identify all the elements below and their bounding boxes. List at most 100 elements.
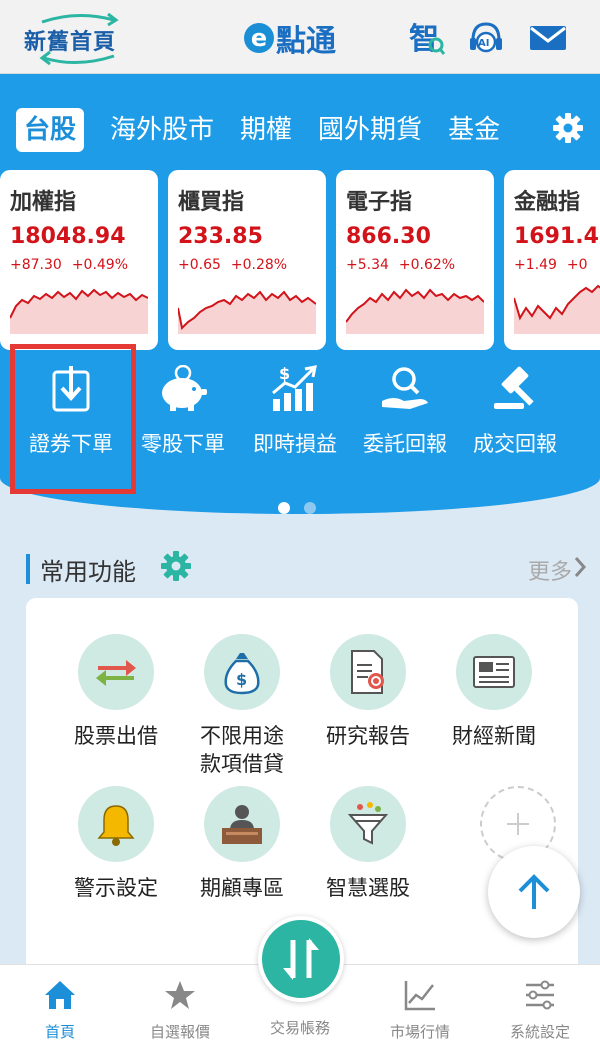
trade-center-button[interactable] xyxy=(258,916,344,1002)
nav-label: 交易帳務 xyxy=(269,1019,330,1037)
common-functions-header: 常用功能 更多 xyxy=(26,550,587,590)
highlight-box xyxy=(10,344,136,494)
profit-chart-icon: $ xyxy=(272,364,317,411)
func-loan[interactable]: $ 不限用途款項借貸 xyxy=(182,634,302,778)
index-name: 櫃買指 xyxy=(178,190,245,215)
func-label: 財經新聞 xyxy=(452,724,536,748)
func-label: 研究報告 xyxy=(326,724,410,748)
index-price: 233.85 xyxy=(178,224,263,249)
nav-label: 首頁 xyxy=(44,1023,75,1041)
index-price: 1691.48 xyxy=(514,224,600,249)
nav-label: 市場行情 xyxy=(389,1023,450,1041)
sparkline-chart xyxy=(346,288,484,334)
home-switch-button[interactable]: 新舊首頁 xyxy=(22,10,132,66)
index-pct: +0.62% xyxy=(398,257,456,273)
nav-settings[interactable]: 系統設定 xyxy=(480,979,600,1042)
quick-odd-lot-order[interactable]: 零股下單 xyxy=(128,358,238,458)
index-name: 金融指 xyxy=(514,190,581,215)
func-smart-stock-picker[interactable]: 智慧選股 xyxy=(308,786,428,902)
func-finance-news[interactable]: 財經新聞 xyxy=(434,634,554,750)
tab-tw-stock[interactable]: 台股 xyxy=(16,108,85,152)
func-label-line2: 款項借貸 xyxy=(200,752,284,776)
page-dot xyxy=(304,502,316,514)
sparkline-chart xyxy=(178,290,316,334)
page-indicator xyxy=(278,502,330,514)
func-label-line1: 不限用途 xyxy=(200,724,284,748)
tab-settings-button[interactable] xyxy=(552,112,584,148)
index-card-finance[interactable]: 金融指 1691.48 +1.49 +0 xyxy=(504,170,600,350)
quick-label: 成交回報 xyxy=(473,432,557,456)
sliders-icon xyxy=(526,980,554,1010)
index-price: 18048.94 xyxy=(10,224,126,249)
mail-button[interactable] xyxy=(528,18,568,58)
headset-ai-icon: AI xyxy=(470,22,502,53)
func-label: 智慧選股 xyxy=(326,876,410,900)
index-card-electronics[interactable]: 電子指 866.30 +5.34 +0.62% xyxy=(336,170,494,350)
star-icon xyxy=(165,981,195,1009)
mail-icon xyxy=(530,26,566,50)
tab-foreign-futures[interactable]: 國外期貨 xyxy=(318,108,422,152)
top-bar: 新舊首頁 e 點通 智 AI xyxy=(0,0,600,74)
index-card-taiex[interactable]: 加權指 18048.94 +87.30 +0.49% xyxy=(0,170,158,350)
more-link[interactable]: 更多 xyxy=(528,554,572,586)
newspaper-icon xyxy=(473,656,515,688)
brand-name: 點通 xyxy=(276,24,336,59)
nav-label: 系統設定 xyxy=(509,1023,570,1041)
market-tabs: 台股 海外股市 期權 國外期貨 基金 xyxy=(16,108,526,152)
func-label: 警示設定 xyxy=(74,876,158,900)
funnel-filter-icon xyxy=(348,802,388,845)
chevron-right-icon[interactable] xyxy=(574,556,587,582)
func-alert-settings[interactable]: 警示設定 xyxy=(56,786,176,902)
quick-label: 委託回報 xyxy=(363,432,447,456)
section-title: 常用功能 xyxy=(40,558,136,586)
exchange-arrows-icon xyxy=(96,660,136,686)
quick-order-report[interactable]: 委託回報 xyxy=(350,358,460,458)
section-bar xyxy=(26,554,30,584)
svg-text:$: $ xyxy=(236,670,247,689)
index-name: 加權指 xyxy=(10,190,77,215)
home-switch-label: 新舊首頁 xyxy=(24,30,117,55)
index-pct: +0.49% xyxy=(71,257,129,273)
func-stock-lending[interactable]: 股票出借 xyxy=(56,634,176,750)
home-icon xyxy=(45,981,75,1009)
gear-icon xyxy=(553,113,583,143)
svg-text:$: $ xyxy=(279,364,290,383)
ai-label: AI xyxy=(478,38,489,49)
index-card-otc[interactable]: 櫃買指 233.85 +0.65 +0.28% xyxy=(168,170,326,350)
sparkline-chart xyxy=(10,288,148,334)
sparkline-chart xyxy=(514,284,600,334)
index-cards: 加權指 18048.94 +87.30 +0.49% 櫃買指 233.85 +0.… xyxy=(0,170,600,352)
money-bag-icon: $ xyxy=(224,653,260,695)
brand-logo: e 點通 xyxy=(244,16,336,60)
plus-icon xyxy=(507,813,529,835)
quick-trade-report[interactable]: 成交回報 xyxy=(460,358,570,458)
index-name: 電子指 xyxy=(346,190,413,215)
index-change: +87.30 xyxy=(10,257,62,273)
index-change: +0.65 xyxy=(178,257,221,273)
quick-realtime-pl[interactable]: $ 即時損益 xyxy=(240,358,350,458)
tab-funds[interactable]: 基金 xyxy=(448,108,500,152)
tab-options[interactable]: 期權 xyxy=(240,108,292,152)
piggy-bank-icon xyxy=(162,365,207,411)
smart-search-button[interactable]: 智 xyxy=(406,18,446,58)
report-search-icon xyxy=(351,650,384,694)
nav-label: 自選報價 xyxy=(149,1023,210,1041)
trend-chart-icon xyxy=(404,981,435,1011)
ai-service-button[interactable]: AI xyxy=(466,18,506,58)
page-dot-active xyxy=(278,502,290,514)
quick-label: 即時損益 xyxy=(253,432,337,456)
gear-icon xyxy=(161,551,191,581)
nav-home[interactable]: 首頁 xyxy=(0,979,120,1042)
common-settings-button[interactable] xyxy=(160,550,192,586)
func-research-report[interactable]: 研究報告 xyxy=(308,634,428,750)
tab-overseas-stock[interactable]: 海外股市 xyxy=(110,108,214,152)
smart-icon: 智 xyxy=(409,22,445,57)
index-pct: +0 xyxy=(566,257,588,273)
nav-market[interactable]: 市場行情 xyxy=(360,979,480,1042)
nav-watchlist[interactable]: 自選報價 xyxy=(120,979,240,1042)
func-label: 不限用途 款項借貸 xyxy=(182,722,302,778)
func-futures-advisor[interactable]: 期顧專區 xyxy=(182,786,302,902)
func-label: 股票出借 xyxy=(74,724,158,748)
scroll-to-top-button[interactable] xyxy=(488,846,580,938)
quick-label: 零股下單 xyxy=(141,432,225,456)
